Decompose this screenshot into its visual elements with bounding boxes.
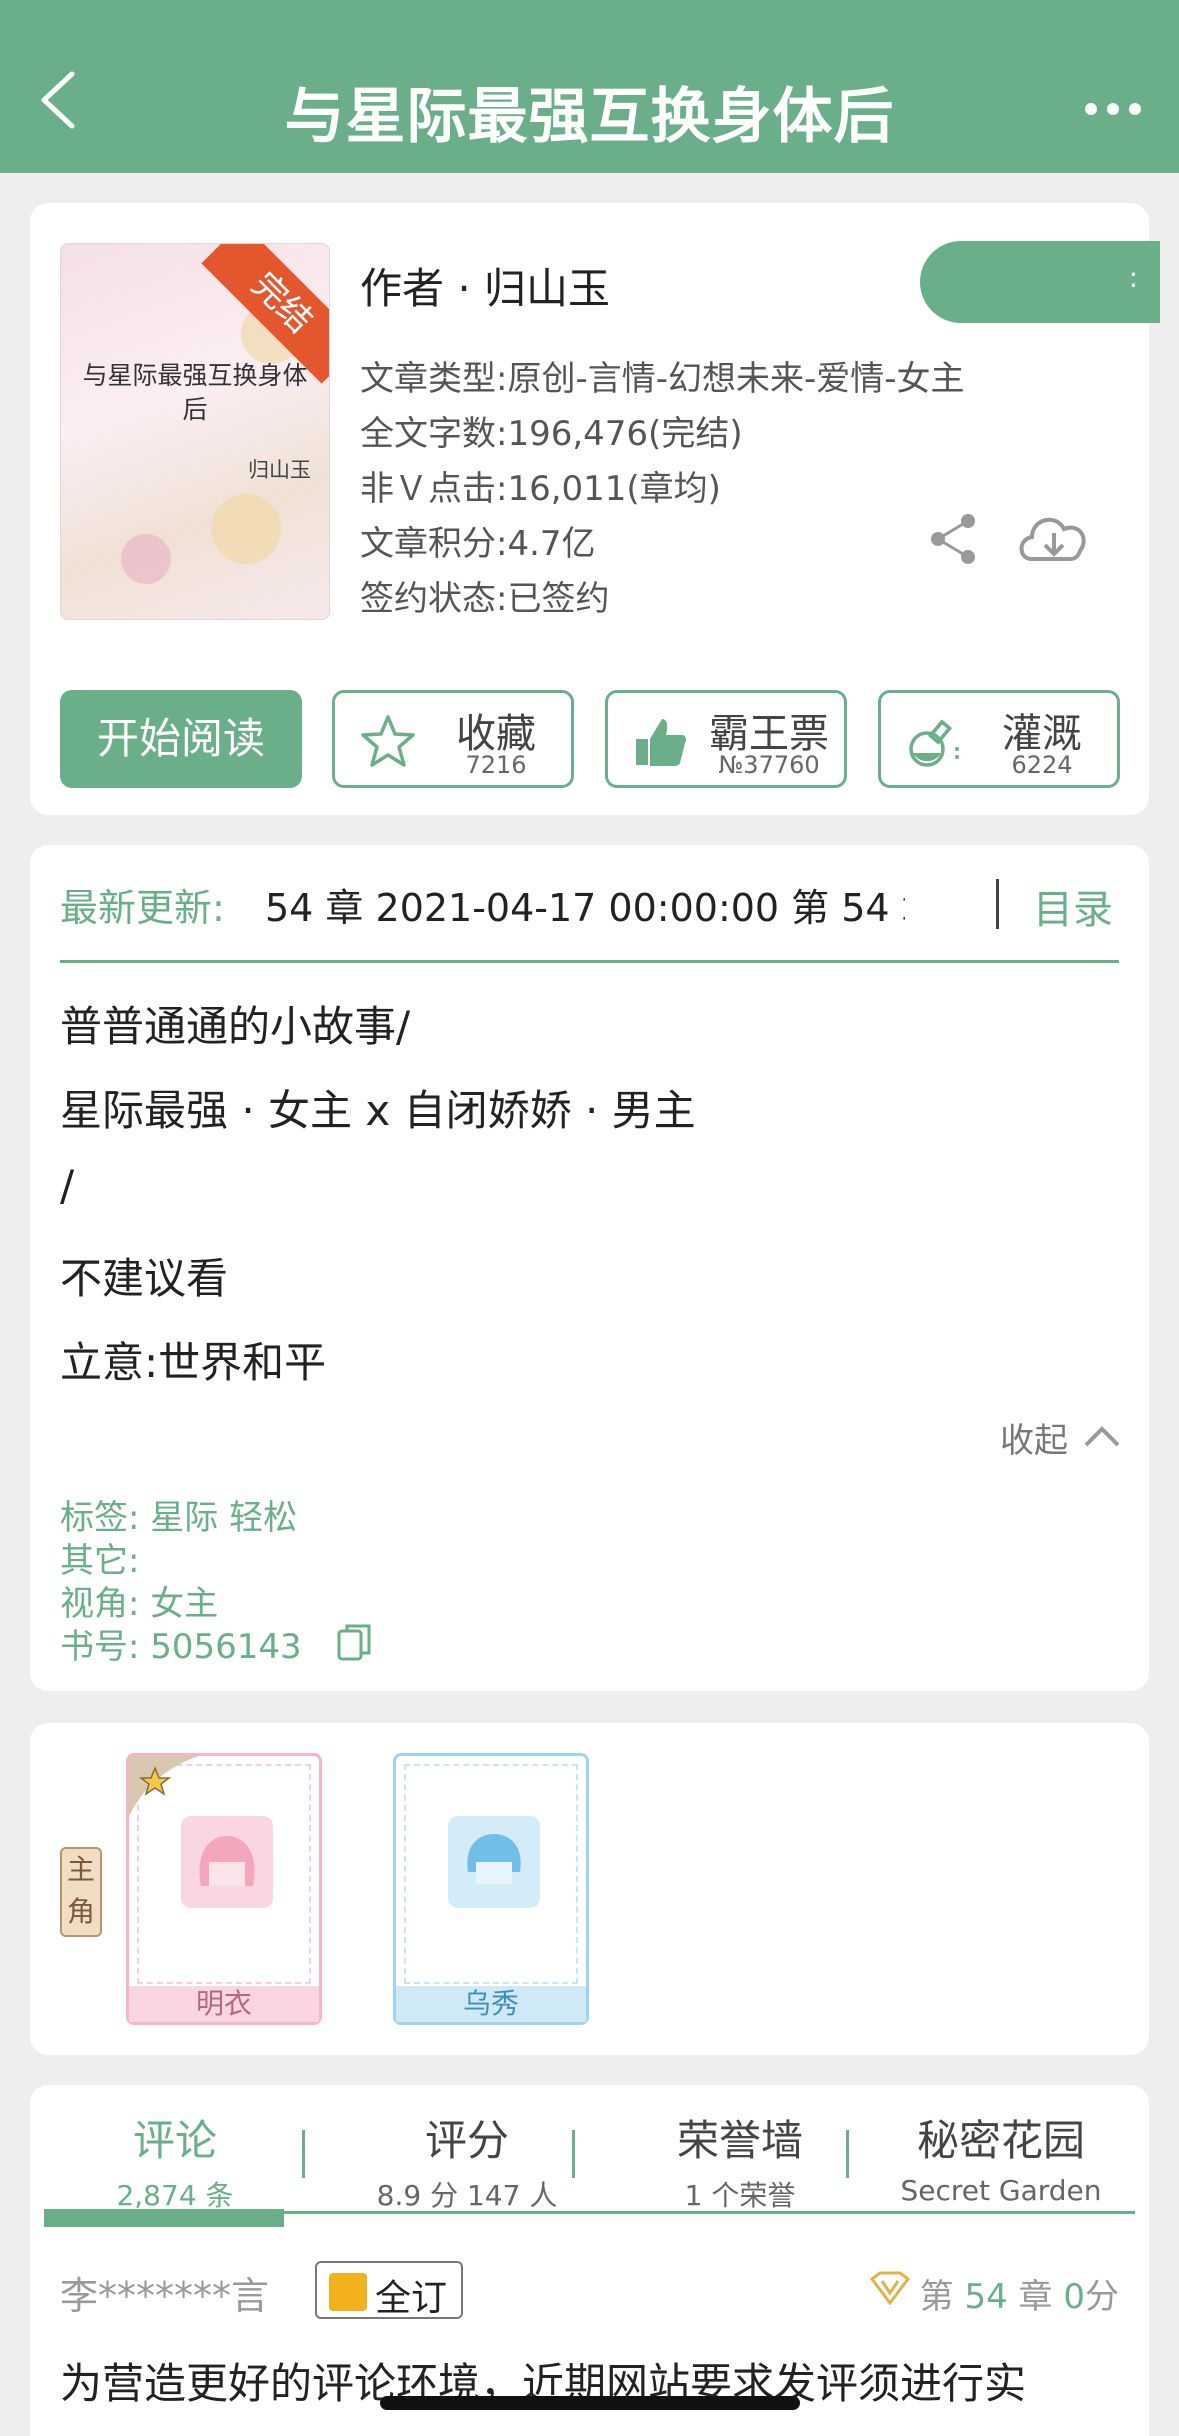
meta-clicks: 非Ｖ点击:16,011(章均) <box>360 469 721 509</box>
tags-line[interactable]: 标签: 星际 轻松 <box>60 1490 297 1539</box>
character-name: 乌秀 <box>396 1986 586 2022</box>
character-avatar <box>448 1816 540 1908</box>
tab-title: 荣誉墙 <box>676 2116 803 2165</box>
home-indicator[interactable] <box>380 2396 800 2410</box>
update-underline <box>60 960 1119 963</box>
cover-author: 归山玉 <box>248 458 311 482</box>
badge-label: 全订 <box>375 2278 448 2319</box>
more-options-icon[interactable] <box>1083 92 1143 126</box>
copy-icon[interactable] <box>337 1623 371 1661</box>
description-line: 星际最强 · 女主 x 自闭娇娇 · 男主 <box>60 1086 696 1135</box>
tab-subtitle: 8.9 分 147 人 <box>376 2179 558 2212</box>
watering-bottle-icon <box>909 719 959 767</box>
comment-username[interactable]: 李*******言 <box>60 2265 269 2320</box>
comment-chapter-score: 第 54 章 0分 <box>919 2277 1119 2317</box>
star-corner-icon <box>129 1756 199 1816</box>
cover-title: 与星际最强互换身体后 <box>82 361 308 424</box>
table-of-contents-link[interactable]: 目录 <box>1033 877 1113 935</box>
tab-comments[interactable]: 评论 2,874 条 <box>60 2107 290 2214</box>
book-cover[interactable]: 完结 与星际最强互换身体后 归山玉 <box>60 243 330 620</box>
vote-count: №37760 <box>718 751 820 779</box>
chevron-up-icon[interactable] <box>1082 1423 1122 1449</box>
vote-button[interactable]: 霸王票 №37760 <box>605 690 847 788</box>
tab-subtitle: Secret Garden <box>900 2174 1102 2207</box>
character-name: 明衣 <box>129 1986 319 2022</box>
tab-secret-garden[interactable]: 秘密花园 Secret Garden <box>866 2107 1136 2207</box>
update-divider <box>996 879 999 929</box>
v-diamond-icon <box>870 2271 910 2305</box>
latest-update-text[interactable]: 54 章 2021-04-17 00:00:00 第 54 章 <box>265 877 905 932</box>
download-cloud-icon[interactable] <box>1014 507 1094 571</box>
book-info-card: 完结 与星际最强互换身体后 归山玉 作者 · 归山玉 : 文章类型:原创-言情-… <box>30 203 1160 815</box>
collect-button[interactable]: 收藏 7216 <box>332 690 574 788</box>
thumbs-up-icon <box>636 719 686 766</box>
tab-divider <box>302 2130 305 2178</box>
character-avatar <box>181 1816 273 1908</box>
author-name[interactable]: 作者 · 归山玉 <box>360 255 610 316</box>
share-icon[interactable] <box>926 511 982 567</box>
meta-contract: 签约状态:已签约 <box>360 579 610 619</box>
tab-subtitle: 2,874 条 <box>116 2179 234 2212</box>
active-tab-indicator <box>44 2209 284 2227</box>
book-id-line: 书号: 5056143 <box>60 1627 302 1667</box>
comments-card: 评论 2,874 条 评分 8.9 分 147 人 荣誉墙 1 个荣誉 秘密花园… <box>30 2085 1149 2436</box>
character-card[interactable]: 明衣 <box>126 1753 322 2025</box>
latest-update-label: 最新更新: <box>60 886 225 930</box>
description-line: 立意:世界和平 <box>60 1338 327 1387</box>
tab-subtitle: 1 个荣誉 <box>684 2179 796 2212</box>
page-title: 与星际最强互换身体后 <box>284 82 895 152</box>
meta-wordcount: 全文字数:196,476(完结) <box>360 414 743 454</box>
full-subscription-badge: 全订 <box>315 2261 463 2319</box>
bookmark-icon <box>329 2273 367 2311</box>
book-description-card: 最新更新: 54 章 2021-04-17 00:00:00 第 54 章 目录… <box>30 845 1149 1691</box>
tab-honor-wall[interactable]: 荣誉墙 1 个荣誉 <box>600 2107 880 2214</box>
tab-title: 评论 <box>132 2116 217 2165</box>
cover-flower-decoration <box>211 494 281 564</box>
follow-author-pill[interactable]: : <box>920 241 1160 323</box>
start-reading-button[interactable]: 开始阅读 <box>60 690 302 788</box>
tab-divider <box>846 2130 849 2178</box>
meta-score: 文章积分:4.7亿 <box>360 524 596 564</box>
tab-divider <box>572 2130 575 2178</box>
tab-rating[interactable]: 评分 8.9 分 147 人 <box>322 2107 612 2214</box>
water-button[interactable]: 灌溉 6224 <box>878 690 1120 788</box>
protagonist-badge: 主角 <box>60 1847 102 1937</box>
tab-title: 评分 <box>424 2116 509 2165</box>
collapse-button[interactable]: 收起 <box>1000 1413 1068 1462</box>
description-line: 不建议看 <box>60 1254 229 1303</box>
pov-line: 视角: 女主 <box>60 1584 219 1624</box>
description-line: / <box>60 1161 75 1210</box>
other-line: 其它: <box>60 1541 140 1581</box>
characters-card: 主角 明衣 乌秀 <box>30 1723 1149 2055</box>
water-count: 6224 <box>1011 751 1073 779</box>
top-navigation-bar: 与星际最强互换身体后 <box>0 0 1179 173</box>
star-icon <box>361 715 415 767</box>
cover-flower-decoration <box>121 534 171 584</box>
character-card[interactable]: 乌秀 <box>393 1753 589 2025</box>
description-line: 普普通通的小故事/ <box>60 1002 411 1051</box>
collect-count: 7216 <box>465 751 527 779</box>
meta-type: 文章类型:原创-言情-幻想未来-爱情-女主 <box>360 359 965 399</box>
tab-title: 秘密花园 <box>916 2116 1085 2165</box>
pill-text: : <box>1128 261 1138 294</box>
